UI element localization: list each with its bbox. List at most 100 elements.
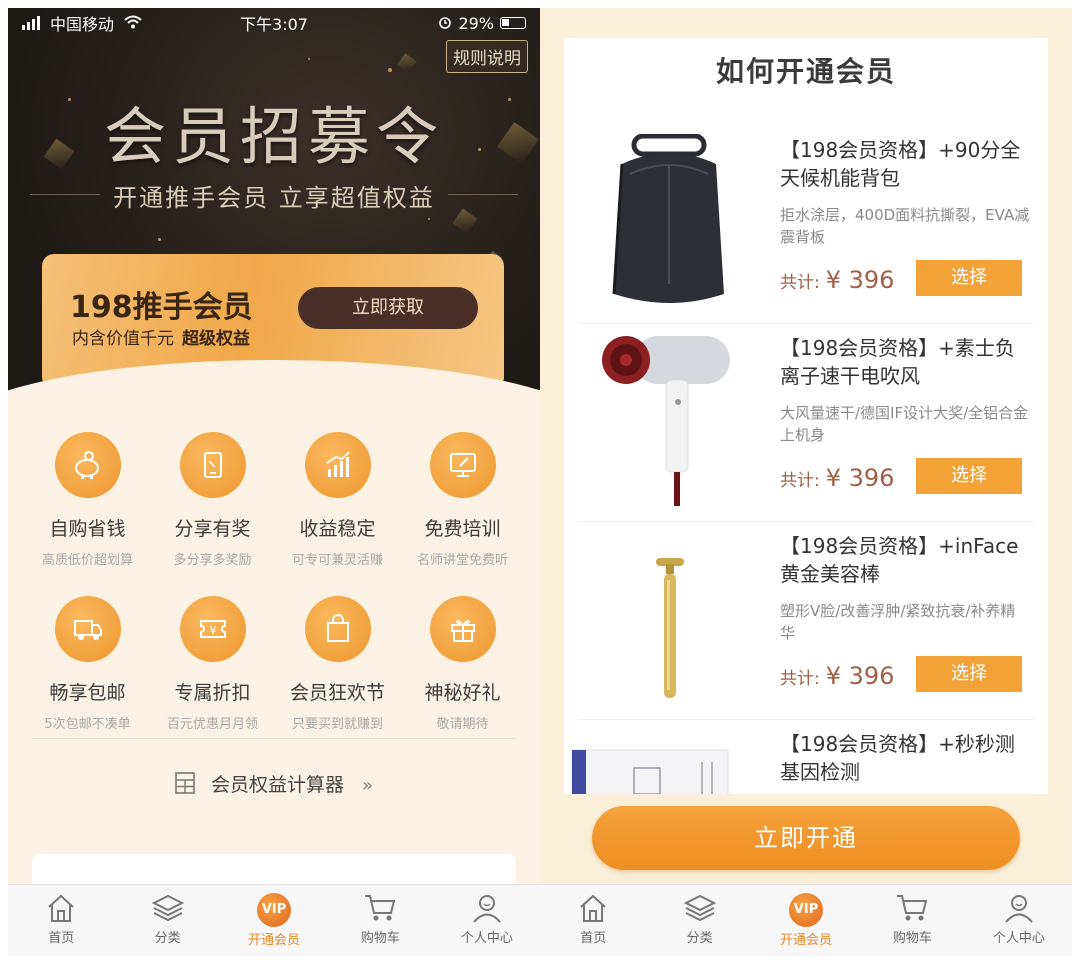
benefit-subtitle: 多分享多奖励 <box>173 553 252 568</box>
tablet-icon <box>179 432 246 498</box>
product-name: 【198会员资格】+90分全天候机能背包 <box>780 138 1021 190</box>
double-chevron-right-icon: » <box>362 775 374 796</box>
product-description: 大风量速干/德国IF设计大奖/全铝合金上机身 <box>780 404 1029 444</box>
gift-icon <box>429 596 496 662</box>
open-membership-button[interactable]: 立即开通 <box>592 806 1020 870</box>
benefit-subtitle: 百元优惠月月领 <box>166 717 258 732</box>
benefit-title: 自购省钱 <box>49 518 126 540</box>
select-button[interactable]: 选择 <box>916 458 1022 494</box>
benefit-calculator-link[interactable]: 会员权益计算器 » <box>8 770 540 799</box>
tab-category[interactable]: 分类 <box>114 885 220 956</box>
vip-card-description: 内含价值千元 超级权益 <box>72 324 250 349</box>
tab-label: 首页 <box>48 931 75 946</box>
product-price: 共计: ¥ 396 <box>780 464 894 492</box>
cart-icon <box>365 895 396 921</box>
benefit-item[interactable]: 自购省钱 高质低价超划算 <box>21 432 154 568</box>
tab-label: 个人中心 <box>460 931 513 946</box>
section-title: 如何开通会员 <box>715 55 896 88</box>
open-membership-screen: 如何开通会员 【198会员资格】+90分全天候机能背包 拒水涂层，400D面料抗… <box>540 8 1072 956</box>
tab-label: 购物车 <box>892 931 932 946</box>
vip-icon: VIP <box>257 893 292 927</box>
user-icon <box>1005 895 1033 923</box>
product-price: 共计: ¥ 396 <box>780 662 894 690</box>
truck-icon <box>54 596 121 662</box>
membership-recruit-screen: 中国移动 下午3:07 29% 规则说明 会员招募令 开通推手会员 立享超值权益 <box>8 8 540 956</box>
svg-text:¥: ¥ <box>209 624 216 637</box>
tab-label: 开通会员 <box>248 933 301 948</box>
tab-label: 分类 <box>686 931 713 946</box>
battery-percent: 29% <box>458 13 494 33</box>
benefit-item[interactable]: 收益稳定 可专可兼灵活赚 <box>271 432 404 568</box>
select-button[interactable]: 选择 <box>916 260 1022 296</box>
user-icon <box>473 895 501 923</box>
battery-icon <box>500 17 526 29</box>
benefit-item[interactable]: 神秘好礼 敬请期待 <box>396 596 529 732</box>
benefit-subtitle: 高质低价超划算 <box>41 553 133 568</box>
tab-cart[interactable]: 购物车 <box>859 885 965 956</box>
price-label: 共计: <box>780 471 820 491</box>
calculator-label: 会员权益计算器 <box>210 774 344 796</box>
tab-category[interactable]: 分类 <box>646 885 752 956</box>
status-bar: 中国移动 下午3:07 29% <box>8 8 540 38</box>
tab-home[interactable]: 首页 <box>540 885 646 956</box>
benefit-title: 神秘好礼 <box>424 682 501 704</box>
benefit-subtitle: 5次包邮不凑单 <box>44 717 131 732</box>
vip-card-desc-b: 超级权益 <box>182 329 250 349</box>
product-card: 【198会员资格】+90分全天候机能背包 拒水涂层，400D面料抗撕裂，EVA减… <box>564 126 1048 324</box>
benefit-subtitle: 名师讲堂免费听 <box>416 553 508 568</box>
beauty-bar-image <box>594 530 744 706</box>
tab-label: 个人中心 <box>992 931 1045 946</box>
benefit-title: 会员狂欢节 <box>289 682 385 704</box>
tab-cart[interactable]: 购物车 <box>327 885 433 956</box>
price-label: 共计: <box>780 669 820 689</box>
carrier-label: 中国移动 <box>50 15 115 34</box>
gene-test-box-image <box>570 728 730 794</box>
get-now-button[interactable]: 立即获取 <box>298 287 478 329</box>
vip-card-title: 198推手会员 <box>70 290 253 325</box>
benefit-title: 收益稳定 <box>299 518 376 540</box>
vip-icon: VIP <box>789 893 824 927</box>
tab-label: 开通会员 <box>780 933 833 948</box>
tab-label: 分类 <box>154 931 181 946</box>
home-icon <box>48 894 74 922</box>
status-bar <box>540 8 1072 38</box>
piggy-bank-icon <box>54 432 121 498</box>
cart-icon <box>897 895 928 921</box>
product-card: 【198会员资格】+素士负离子速干电吹风 大风量速干/德国IF设计大奖/全铝合金… <box>564 324 1048 522</box>
wifi-icon <box>124 14 142 33</box>
benefit-item[interactable]: ¥ 专属折扣 百元优惠月月领 <box>146 596 279 732</box>
benefit-item[interactable]: 畅享包邮 5次包邮不凑单 <box>21 596 154 732</box>
product-price: 共计: ¥ 396 <box>780 266 894 294</box>
tab-open-membership[interactable]: VIP 开通会员 <box>753 885 859 956</box>
tab-bar: 首页 分类 VIP 开通会员 购物车 个人中心 <box>8 884 540 956</box>
monitor-icon <box>429 432 496 498</box>
alarm-icon <box>438 14 452 33</box>
benefit-item[interactable]: 分享有奖 多分享多奖励 <box>146 432 279 568</box>
screenshot-stage: 中国移动 下午3:07 29% 规则说明 会员招募令 开通推手会员 立享超值权益 <box>0 0 1080 962</box>
hero-divider-right <box>448 194 518 195</box>
rules-button[interactable]: 规则说明 <box>446 40 528 73</box>
benefit-subtitle: 只要买到就赚到 <box>291 717 383 732</box>
benefit-subtitle: 敬请期待 <box>436 717 489 732</box>
backpack-image <box>594 133 744 310</box>
benefit-subtitle: 可专可兼灵活赚 <box>291 553 383 568</box>
shopping-bag-icon <box>304 596 371 662</box>
tab-label: 首页 <box>580 931 607 946</box>
price-label: 共计: <box>780 273 820 293</box>
benefit-title: 专属折扣 <box>174 682 251 704</box>
price-amount: ¥ 396 <box>825 464 895 492</box>
benefit-title: 畅享包邮 <box>49 682 126 704</box>
tab-profile[interactable]: 个人中心 <box>966 885 1072 956</box>
benefit-item[interactable]: 会员狂欢节 只要买到就赚到 <box>271 596 404 732</box>
tab-home[interactable]: 首页 <box>8 885 114 956</box>
layers-icon <box>683 894 716 922</box>
hair-dryer-image <box>594 332 744 508</box>
tab-open-membership[interactable]: VIP 开通会员 <box>221 885 327 956</box>
benefit-item[interactable]: 免费培训 名师讲堂免费听 <box>396 432 529 568</box>
vip-card-desc-a: 内含价值千元 <box>72 329 174 349</box>
divider <box>32 738 516 739</box>
select-button[interactable]: 选择 <box>916 656 1022 692</box>
product-card: 【198会员资格】+inFace黄金美容棒 塑形V脸/改善浮肿/紧致抗衰/补养精… <box>564 522 1048 720</box>
product-card: 【198会员资格】+秒秒测基因检测 <box>564 720 1048 794</box>
tab-profile[interactable]: 个人中心 <box>434 885 540 956</box>
